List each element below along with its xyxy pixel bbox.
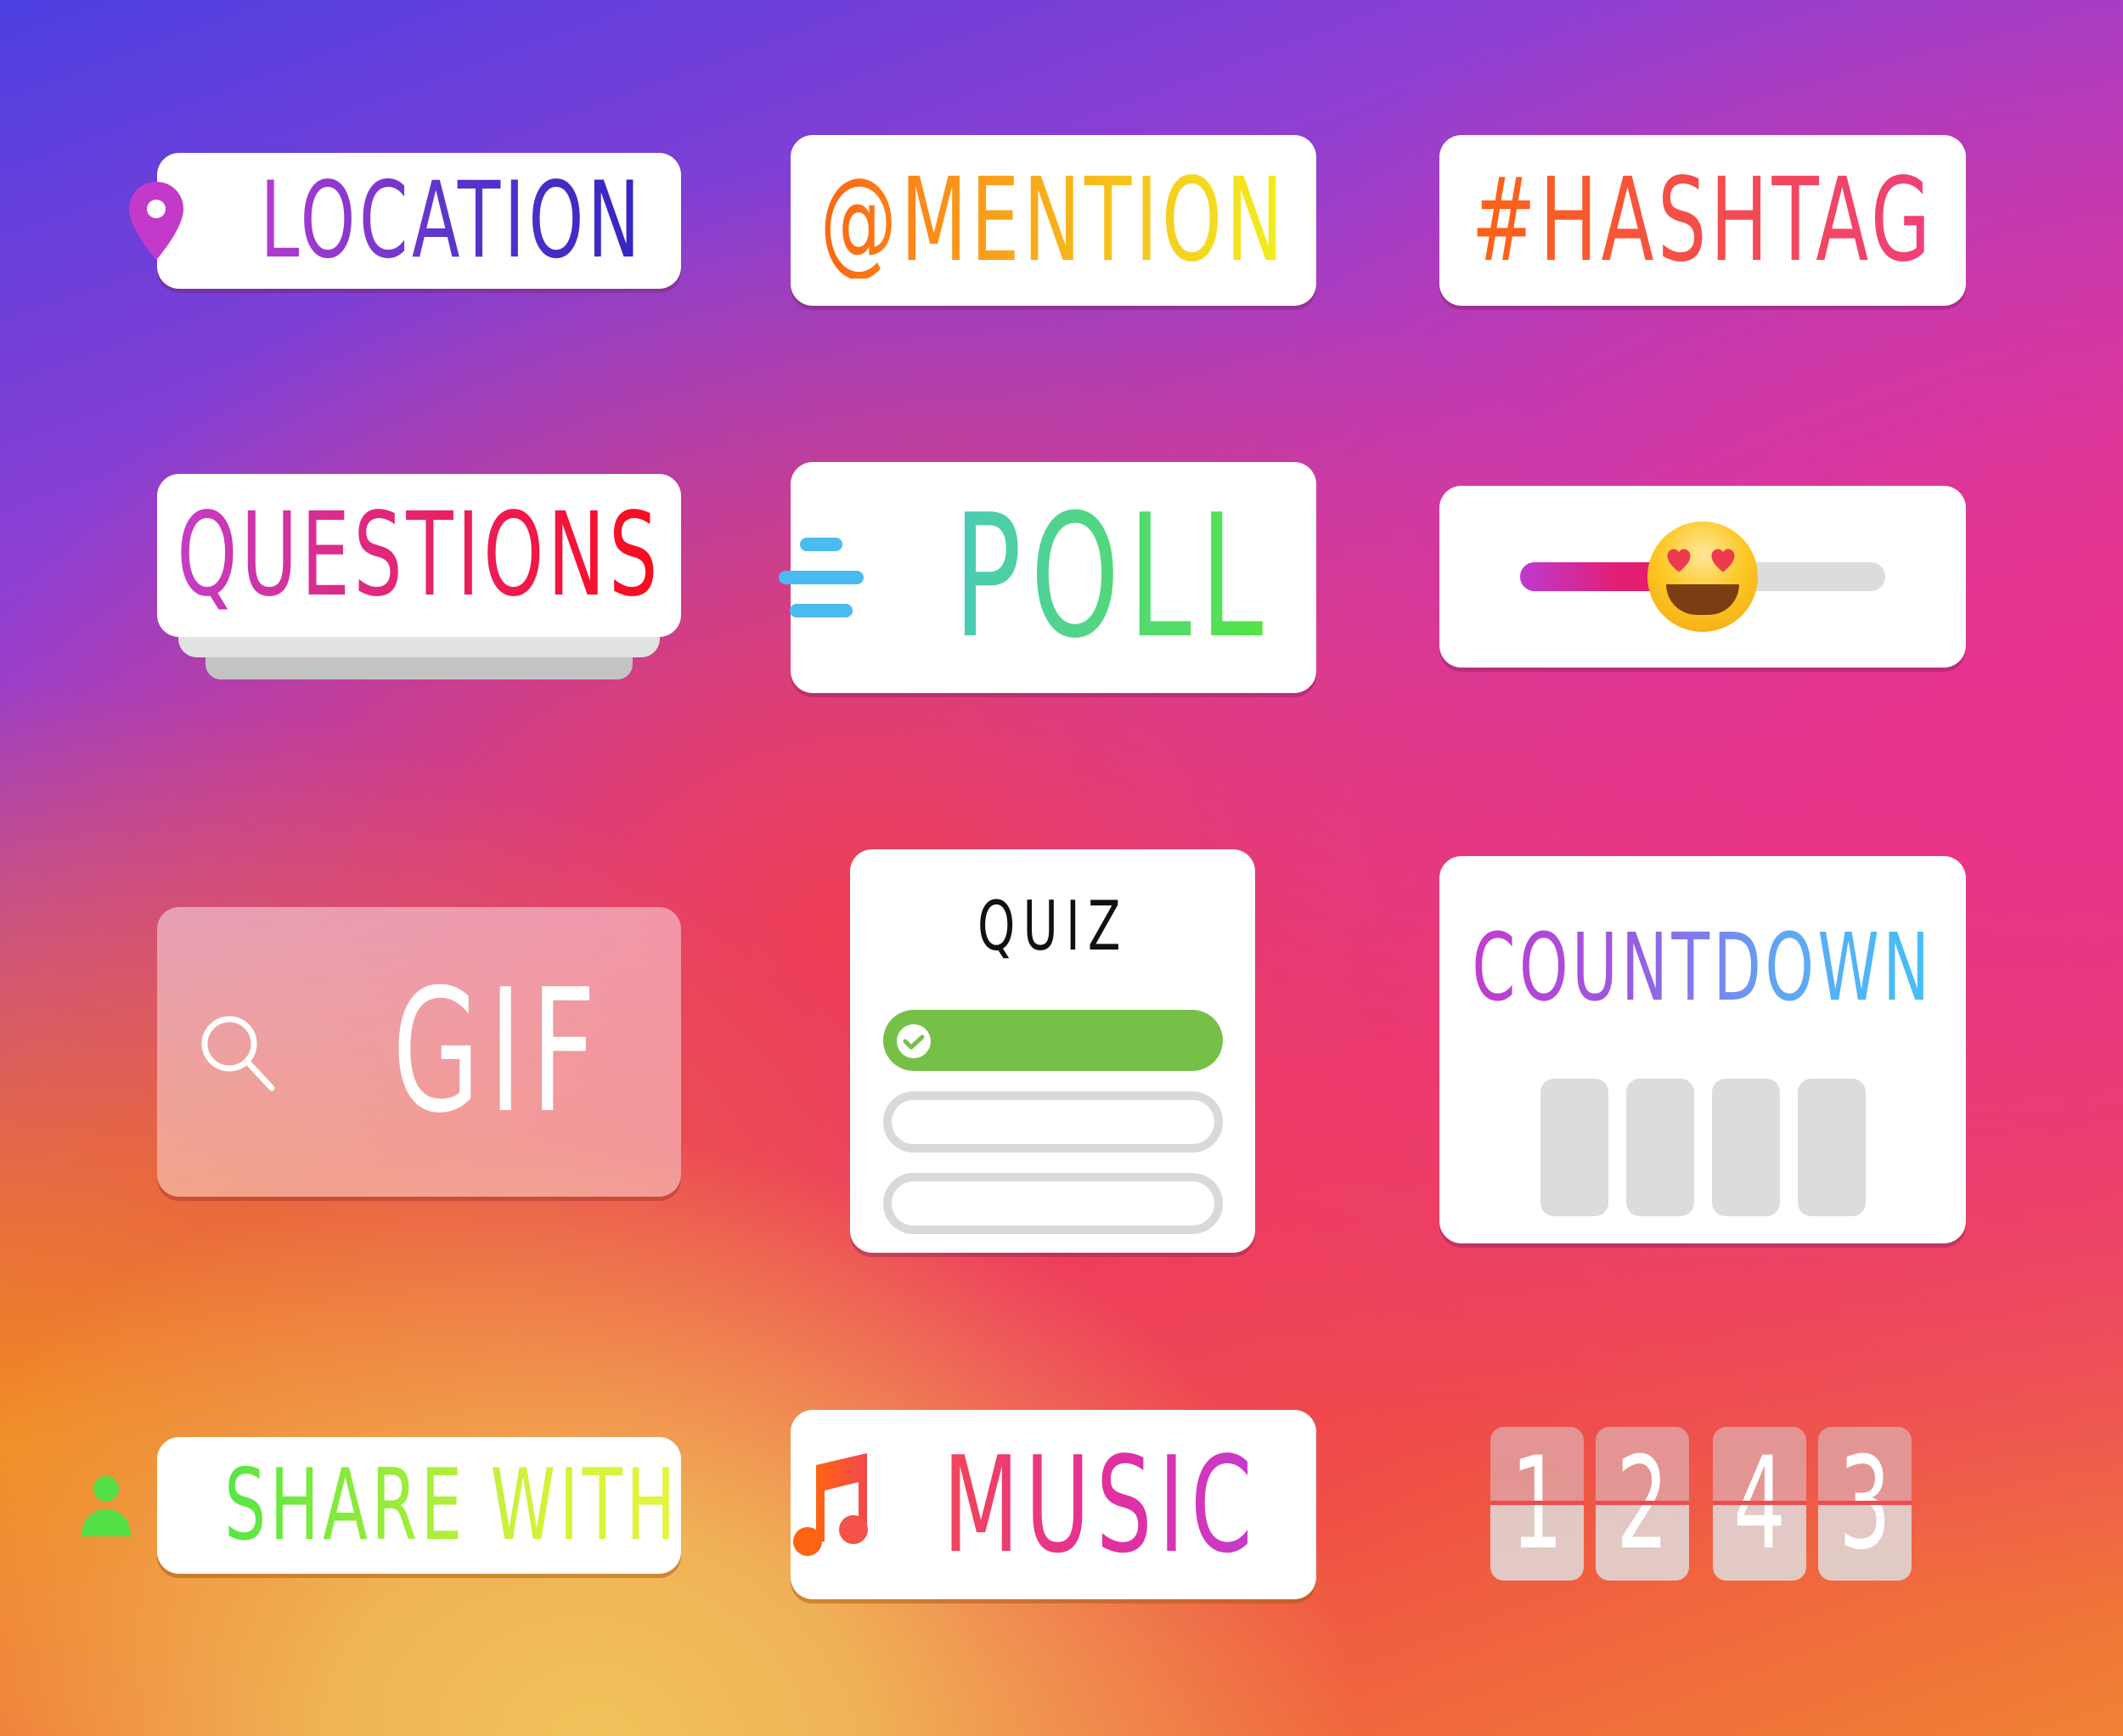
quiz-option[interactable] bbox=[882, 1173, 1223, 1234]
share-with-label: SHARE WITH bbox=[223, 1447, 679, 1563]
questions-sticker[interactable]: QUESTIONS bbox=[157, 474, 681, 683]
countdown-slots bbox=[1540, 1079, 1866, 1216]
location-sticker[interactable]: LOCATION bbox=[129, 153, 681, 289]
slider-track[interactable] bbox=[1520, 521, 1885, 632]
countdown-slot bbox=[1797, 1079, 1866, 1216]
hashtag-sticker[interactable]: #HASHTAG bbox=[1439, 135, 1966, 306]
music-note-icon bbox=[792, 1451, 881, 1558]
flip-digit: 1 bbox=[1490, 1427, 1584, 1581]
countdown-label: COUNTDOWN bbox=[1472, 913, 1934, 1022]
mention-sticker[interactable]: @MENTION bbox=[791, 135, 1316, 306]
music-sticker[interactable]: MUSIC bbox=[791, 1410, 1316, 1599]
checkmark-icon bbox=[896, 1024, 931, 1058]
music-label: MUSIC bbox=[943, 1427, 1259, 1582]
countdown-slot bbox=[1625, 1079, 1694, 1216]
flip-digit: 2 bbox=[1596, 1427, 1689, 1581]
quiz-option-correct[interactable] bbox=[882, 1010, 1223, 1071]
digit-text: 4 bbox=[1733, 1430, 1786, 1578]
digit-text: 1 bbox=[1511, 1430, 1563, 1578]
emoji-slider-sticker[interactable] bbox=[1439, 486, 1966, 668]
questions-card: QUESTIONS bbox=[157, 474, 681, 637]
heart-eyes-emoji-icon[interactable] bbox=[1647, 521, 1758, 632]
flip-digit: 4 bbox=[1713, 1427, 1806, 1581]
person-icon bbox=[80, 1472, 132, 1540]
mention-label: @MENTION bbox=[819, 153, 1287, 288]
hashtag-label: #HASHTAG bbox=[1471, 153, 1934, 288]
quiz-sticker[interactable]: QUIZ bbox=[850, 849, 1255, 1253]
poll-sticker[interactable]: POLL bbox=[779, 462, 1316, 693]
gif-label: GIF bbox=[391, 952, 605, 1151]
share-with-sticker[interactable]: SHARE WITH bbox=[81, 1437, 681, 1574]
poll-lines-icon bbox=[779, 538, 864, 617]
emoji-mouth bbox=[1666, 584, 1739, 615]
countdown-sticker[interactable]: COUNTDOWN bbox=[1439, 856, 1966, 1243]
questions-label: QUESTIONS bbox=[177, 488, 662, 623]
countdown-slot bbox=[1711, 1079, 1780, 1216]
gif-sticker[interactable]: GIF bbox=[157, 907, 681, 1197]
quiz-option[interactable] bbox=[882, 1091, 1223, 1153]
quiz-title: QUIZ bbox=[977, 887, 1129, 966]
heart-icon bbox=[1667, 549, 1691, 572]
digit-text: 2 bbox=[1616, 1430, 1669, 1578]
flip-counter-sticker[interactable]: 1 2 4 3 bbox=[1490, 1427, 1912, 1581]
location-label: LOCATION bbox=[260, 160, 645, 282]
map-pin-icon bbox=[127, 180, 186, 262]
flip-digit: 3 bbox=[1818, 1427, 1912, 1581]
search-icon bbox=[197, 1012, 279, 1093]
poll-label: POLL bbox=[954, 478, 1272, 676]
digit-text: 3 bbox=[1839, 1430, 1891, 1578]
countdown-slot bbox=[1540, 1079, 1608, 1216]
heart-icon bbox=[1711, 549, 1735, 572]
